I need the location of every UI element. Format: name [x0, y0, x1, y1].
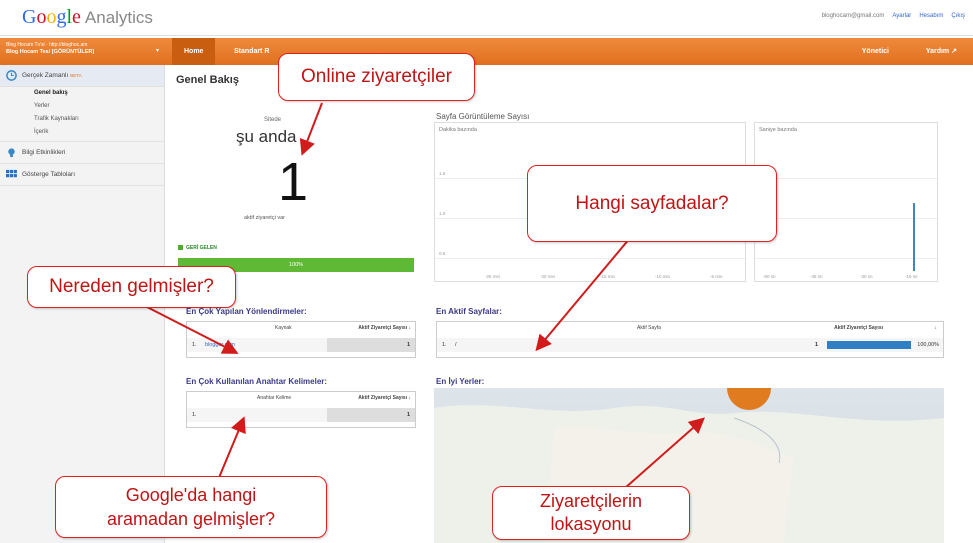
sidebar-item-traffic-sources[interactable]: Trafik Kaynakları — [0, 113, 164, 126]
tab-home[interactable]: Home — [172, 38, 216, 65]
referral-source-link[interactable]: blogger.com — [205, 338, 235, 352]
active-visitors-text: aktif ziyaretçi var — [244, 215, 285, 221]
keywords-table: Anahtar Kelime Aktif Ziyaretçi Sayısı ↓ … — [186, 391, 416, 428]
account-link[interactable]: Hesabım — [919, 13, 943, 19]
main-content: Genel Bakış Sitede şu anda 1 aktif ziyar… — [166, 65, 973, 543]
callout-referral-source: Nereden gelmişler? — [27, 266, 236, 308]
location-marker[interactable] — [727, 388, 771, 410]
x-tick: -30 sn — [860, 274, 873, 279]
settings-link[interactable]: Ayarlar — [892, 13, 911, 19]
sidebar-item-intelligence[interactable]: Bilgi Etkinlikleri — [0, 142, 164, 164]
y-tick: 0.5 — [439, 251, 446, 256]
x-tick: -25 min — [485, 274, 501, 279]
y-tick: 1.0 — [439, 211, 446, 216]
keywords-title: En Çok Kullanılan Anahtar Kelimeler: — [186, 377, 328, 386]
col-visitors[interactable]: Aktif Ziyaretçi Sayısı ↓ — [358, 322, 411, 335]
lightbulb-icon — [8, 148, 15, 158]
sidebar-item-overview[interactable]: Genel bakış — [0, 87, 164, 100]
callout-search-keywords: Google'da hangi aramadan gelmişler? — [55, 476, 327, 538]
table-row: 1. / 1 100,00% — [437, 338, 943, 352]
col-page: Aktif Sayfa — [637, 325, 661, 331]
table-row: 1. blogger.com 1 — [187, 338, 415, 352]
x-tick: -45 sn — [810, 274, 823, 279]
grid-icon — [6, 169, 17, 178]
sidebar-item-locations[interactable]: Yerler — [0, 100, 164, 113]
referrals-title: En Çok Yapılan Yönlendirmeler: — [186, 307, 307, 316]
clock-icon — [6, 70, 17, 81]
sort-down-icon[interactable]: ↓ — [935, 322, 938, 335]
google-analytics-logo[interactable]: Google Analytics — [22, 6, 153, 29]
gridline — [435, 258, 745, 259]
x-tick: -60 sn — [763, 274, 776, 279]
external-link-icon: ↗ — [951, 48, 957, 55]
gridline — [755, 178, 937, 179]
percent-bar — [827, 341, 911, 349]
y-tick: 1.5 — [439, 171, 446, 176]
col-keyword: Anahtar Kelime — [257, 395, 292, 401]
account-selector[interactable]: Blog Hocam Tv'si · http://bloghoc.am Blo… — [6, 42, 161, 56]
per-second-chart: Saniye bazında -60 sn -45 sn -30 sn -15 … — [754, 122, 938, 282]
callout-online-visitors: Online ziyaretçiler — [278, 53, 475, 101]
x-tick: -15 min — [600, 274, 616, 279]
top-links: bloghocam@gmail.com Ayarlar Hesabım Çıkı… — [822, 13, 965, 19]
active-pages-title: En Aktif Sayfalar: — [436, 307, 502, 316]
col-visitors[interactable]: Aktif Ziyaretçi Sayısı — [834, 322, 883, 335]
sidebar-item-realtime[interactable]: Gerçek Zamanlı BETA — [0, 65, 164, 87]
pageview-spike — [913, 203, 915, 271]
site-label: Sitede — [264, 117, 282, 123]
callout-which-pages: Hangi sayfadalar? — [527, 165, 777, 242]
active-visitor-count: 1 — [278, 152, 309, 212]
logout-link[interactable]: Çıkış — [951, 13, 965, 19]
per-minute-label: Dakika bazında — [439, 127, 477, 133]
main-nav: Blog Hocam Tv'si · http://bloghoc.am Blo… — [0, 38, 973, 65]
help-link[interactable]: Yardım ↗ — [914, 38, 969, 65]
referrals-table: Kaynak Aktif Ziyaretçi Sayısı ↓ 1. blogg… — [186, 321, 416, 358]
sidebar-item-dashboards[interactable]: Gösterge Tabloları — [0, 164, 164, 186]
sidebar-item-content[interactable]: İçerik — [0, 126, 164, 142]
col-source: Kaynak — [275, 325, 292, 331]
x-tick: -10 min — [655, 274, 671, 279]
callout-visitor-location: Ziyaretçilerin lokasyonu — [492, 486, 690, 540]
returning-legend: GERİ GELEN — [178, 245, 217, 251]
locations-title: En İyi Yerler: — [436, 377, 485, 386]
pageviews-title: Sayfa Görüntüleme Sayısı — [436, 112, 530, 121]
active-pages-table: Aktif Sayfa Aktif Ziyaretçi Sayısı ↓ 1. … — [436, 321, 944, 358]
page-title: Genel Bakış — [176, 74, 239, 86]
admin-link[interactable]: Yönetici — [850, 38, 901, 65]
top-bar: Google Analytics bloghocam@gmail.com Ayar… — [0, 0, 973, 36]
gridline — [755, 258, 937, 259]
x-tick: -15 sn — [905, 274, 918, 279]
now-label: şu anda — [236, 127, 297, 146]
gridline — [755, 218, 937, 219]
x-tick: -5 min — [710, 274, 723, 279]
percent-bar-fill — [827, 341, 911, 349]
table-row: 1. 1 — [187, 408, 415, 422]
per-second-label: Saniye bazında — [759, 127, 797, 133]
tab-standard-reports[interactable]: Standart R — [222, 38, 281, 65]
x-tick: -20 min — [540, 274, 556, 279]
chevron-down-icon: ▾ — [155, 48, 159, 54]
user-email: bloghocam@gmail.com — [821, 13, 885, 19]
col-visitors[interactable]: Aktif Ziyaretçi Sayısı ↓ — [358, 392, 411, 405]
